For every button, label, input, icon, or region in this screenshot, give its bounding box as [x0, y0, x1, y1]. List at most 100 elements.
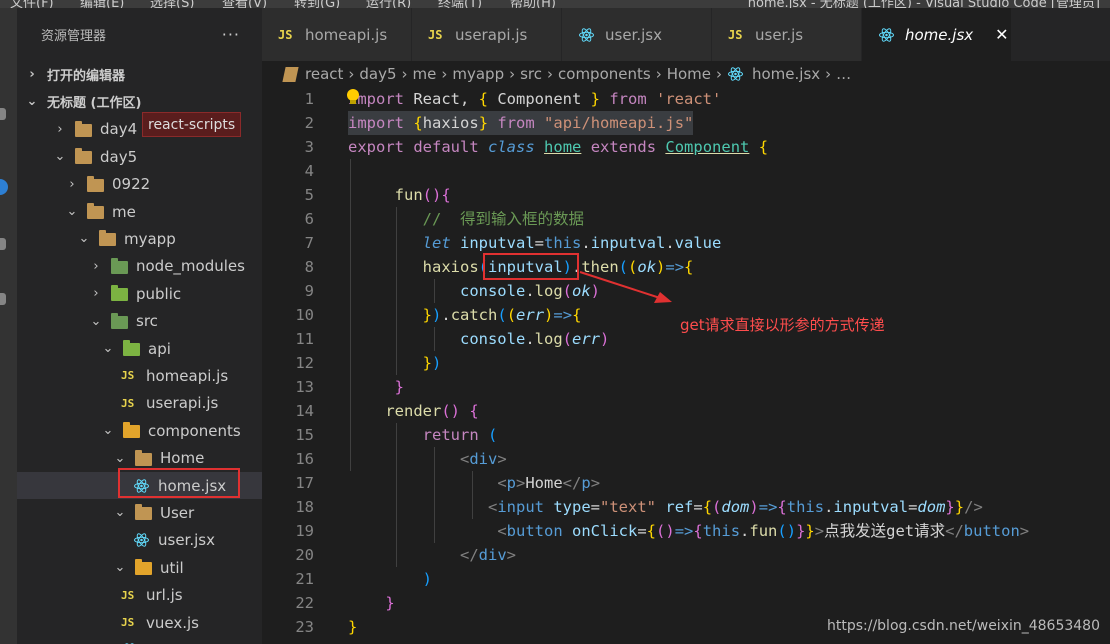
tree-item-label: 0922 [112, 175, 151, 194]
line-number: 18 [295, 498, 314, 516]
folder-icon [87, 175, 104, 192]
tree-item-day5[interactable]: ⌄ day5 [17, 143, 262, 170]
breadcrumb-item[interactable]: src [520, 65, 542, 83]
tree-item-label: userapi.js [146, 394, 219, 413]
folder-icon [111, 285, 128, 302]
menu-run[interactable]: 运行(R) [366, 0, 411, 8]
account-activity-icon[interactable] [0, 179, 8, 195]
react-file-icon [134, 533, 149, 548]
extensions-activity-icon[interactable] [0, 293, 6, 305]
explorer-title: 资源管理器 [41, 29, 107, 44]
tab-user-jsx[interactable]: user.jsx [562, 8, 712, 61]
folder-icon [135, 449, 152, 466]
folder-icon [135, 559, 152, 576]
code-line-1: import React, { Component } from 'react' [348, 90, 722, 108]
menu-edit[interactable]: 编辑(E) [80, 0, 124, 8]
breadcrumb-separator: › [509, 65, 516, 83]
folder-icon [282, 66, 299, 82]
breadcrumb-item[interactable]: home.jsx [752, 65, 820, 83]
tree-item-vuex-js[interactable]: JS vuex.js [17, 609, 262, 636]
line-number: 3 [304, 138, 314, 156]
menu-help[interactable]: 帮助(H) [510, 0, 556, 8]
menu-go[interactable]: 转到(G) [294, 0, 340, 8]
tree-item-label: day4 [100, 120, 138, 139]
menu-view[interactable]: 查看(V) [222, 0, 267, 8]
code-line-15: return ( [422, 426, 498, 444]
breadcrumb-item[interactable]: myapp [452, 65, 504, 83]
folder-icon [123, 340, 140, 356]
line-number: 21 [295, 570, 314, 588]
breadcrumb-item[interactable]: components [558, 65, 651, 83]
tree-item-label: Home [160, 449, 205, 468]
folder-icon [87, 203, 104, 219]
tree-item-label: util [160, 558, 184, 577]
open-editors-section[interactable]: › 打开的编辑器 [17, 61, 262, 88]
tree-item-src[interactable]: ⌄ src [17, 308, 262, 335]
line-number: 23 [295, 618, 314, 636]
close-tab-icon[interactable]: ✕ [995, 25, 1008, 44]
tree-item-node-modules[interactable]: › node_modules [17, 253, 262, 280]
tree-item-userapi-js[interactable]: JS userapi.js [17, 390, 262, 417]
more-actions-icon[interactable]: ··· [222, 25, 240, 44]
code-editor[interactable]: 1 import React, { Component } from 'react… [262, 87, 1110, 644]
tree-item-label: node_modules [136, 257, 245, 276]
line-number: 22 [295, 594, 314, 612]
breadcrumb-item[interactable]: me [413, 65, 437, 83]
line-number: 7 [304, 234, 314, 252]
tab-label: homeapi.js [305, 25, 388, 44]
highlight-box-tree [118, 468, 240, 498]
code-line-20: </div> [459, 546, 516, 564]
menu-terminal[interactable]: 终端(T) [438, 0, 482, 8]
tree-item-myapp[interactable]: ⌄ myapp [17, 225, 262, 252]
tree-item-label: myapp [124, 229, 176, 248]
line-number: 16 [295, 450, 314, 468]
chevron-down-icon: ⌄ [114, 450, 126, 466]
tree-item-public[interactable]: › public [17, 280, 262, 307]
folder-icon [75, 120, 92, 137]
tree-item-label: user.jsx [158, 531, 215, 550]
lightbulb-icon[interactable] [347, 89, 359, 104]
code-line-22: } [385, 594, 395, 612]
tree-item-homeapi-js[interactable]: JS homeapi.js [17, 362, 262, 389]
code-line-18: <input type="text" ref={(dom)=>{this.inp… [487, 498, 983, 516]
section-label: 打开的编辑器 [47, 69, 126, 84]
breadcrumb-item[interactable]: react [305, 65, 343, 83]
tree-item-url-js[interactable]: JS url.js [17, 582, 262, 609]
tree-item-util[interactable]: ⌄ util [17, 554, 262, 581]
breadcrumb-item[interactable]: … [836, 65, 851, 83]
breadcrumb-item[interactable]: Home [667, 65, 711, 83]
tree-item-0922[interactable]: › 0922 [17, 171, 262, 198]
breadcrumb-separator: › [401, 65, 408, 83]
search-activity-icon[interactable] [0, 108, 6, 120]
code-line-21: ) [422, 570, 432, 588]
code-line-19: <button onClick={()=>{this.fun()}}>点我发送g… [497, 522, 1030, 540]
line-number: 15 [295, 426, 314, 444]
folder-icon [135, 504, 152, 521]
tree-item-user-jsx[interactable]: user.jsx [17, 527, 262, 554]
debug-activity-icon[interactable] [0, 238, 6, 250]
breadcrumb-item[interactable]: day5 [359, 65, 396, 83]
tree-item-user[interactable]: ⌄ User [17, 499, 262, 526]
code-line-9: console.log(ok) [459, 282, 601, 300]
chevron-down-icon: ⌄ [66, 204, 78, 219]
tab-home-jsx[interactable]: home.jsx ✕ [862, 8, 1012, 61]
tree-item-me[interactable]: ⌄ me [17, 198, 262, 225]
code-line-13: } [394, 378, 405, 396]
breadcrumb-separator: › [825, 65, 832, 83]
folder-icon [111, 257, 128, 274]
menu-selection[interactable]: 选择(S) [150, 0, 194, 8]
tab-homeapi-js[interactable]: JS homeapi.js [262, 8, 412, 61]
menu-file[interactable]: 文件(F) [10, 0, 54, 8]
code-line-11: console.log(err) [459, 330, 610, 348]
tab-userapi-js[interactable]: JS userapi.js [412, 8, 562, 61]
code-line-10: }).catch((err)=>{ [422, 306, 582, 324]
tree-item-api[interactable]: ⌄ api [17, 335, 262, 362]
code-line-2: import {haxios} from "api/homeapi.js" [348, 111, 694, 135]
tree-item-label: vuex.js [146, 613, 199, 632]
tree-item-a-[interactable]: A... [17, 636, 262, 644]
line-number: 9 [304, 282, 314, 300]
chevron-down-icon: ⌄ [78, 231, 90, 247]
tab-user-js[interactable]: JS user.js [712, 8, 862, 61]
line-number: 13 [295, 378, 314, 396]
tree-item-components[interactable]: ⌄ components [17, 417, 262, 444]
